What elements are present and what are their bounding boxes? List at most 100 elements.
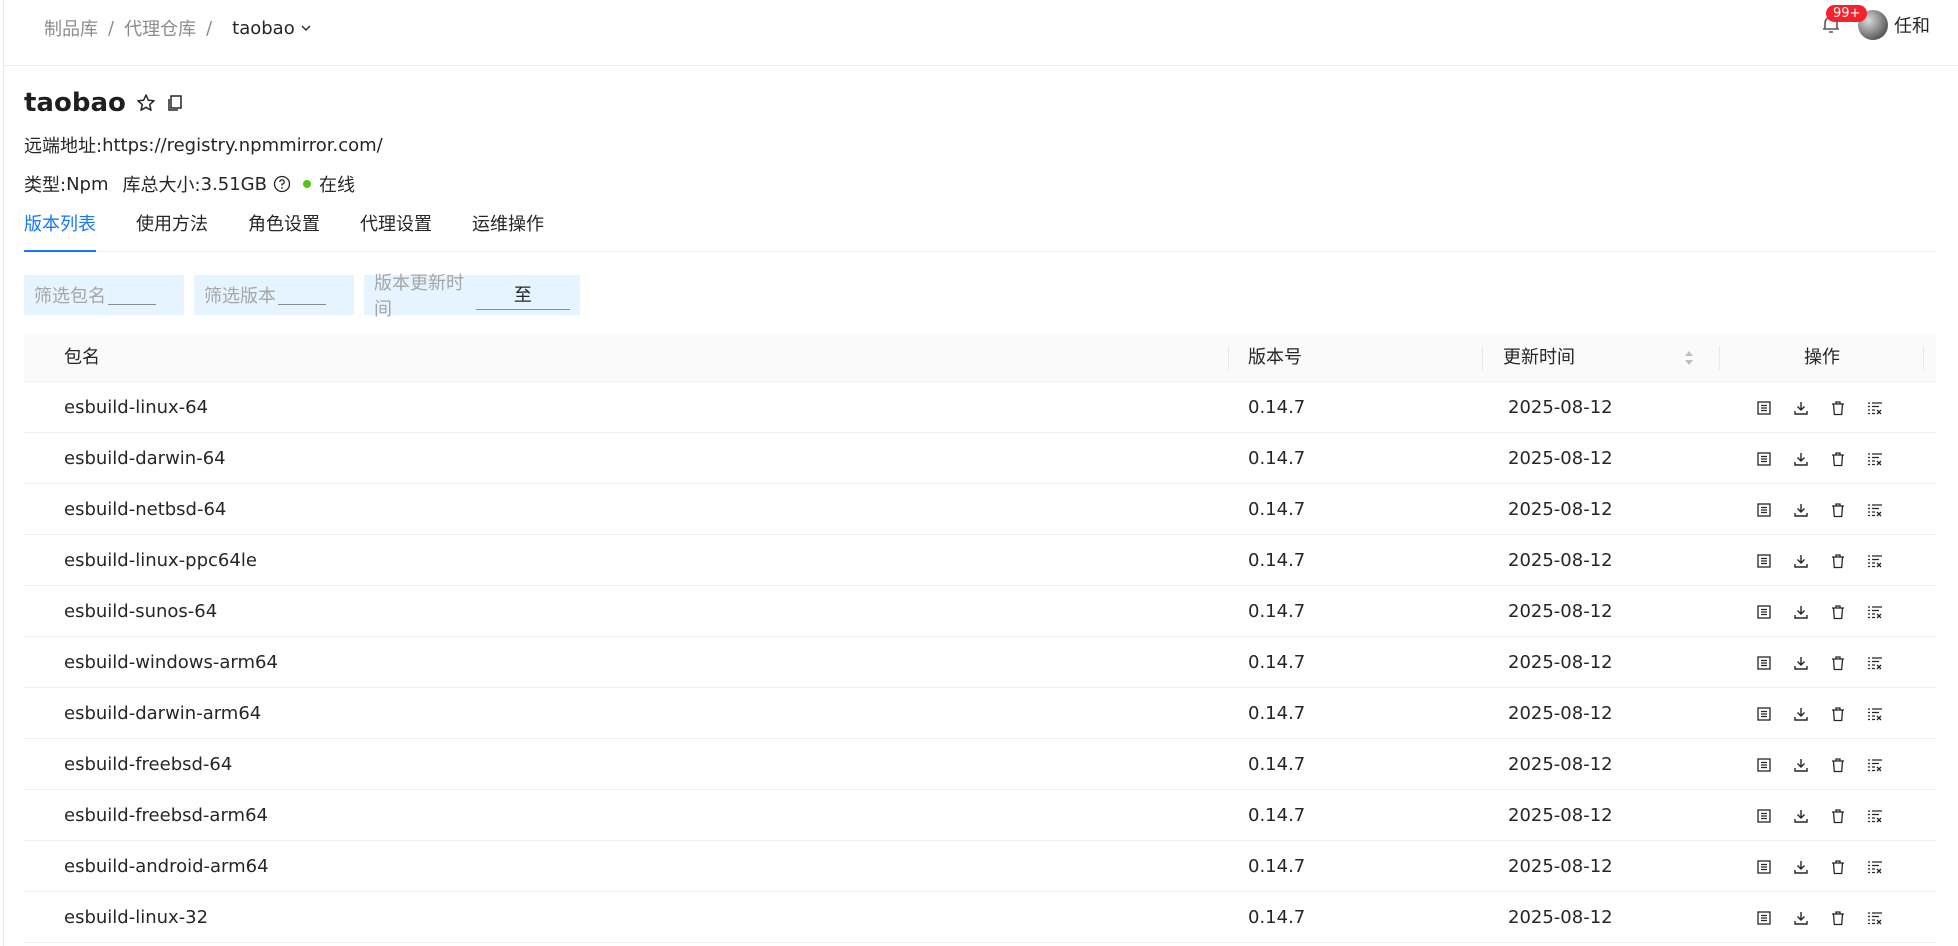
delete-button[interactable] — [1828, 908, 1848, 928]
breadcrumb-artifact-repo[interactable]: 制品库 — [44, 15, 98, 41]
delete-button[interactable] — [1828, 398, 1848, 418]
table-row[interactable]: esbuild-linux-ppc64le 0.14.7 2025-08-12 — [24, 535, 1936, 586]
package-name[interactable]: esbuild-freebsd-arm64 — [64, 790, 268, 841]
download-button[interactable] — [1791, 806, 1811, 826]
update-time-range-picker[interactable]: 版本更新时间 至 — [364, 273, 580, 320]
detail-icon — [1757, 451, 1771, 466]
table-row[interactable]: esbuild-windows-arm64 0.14.7 2025-08-12 — [24, 637, 1936, 688]
table-row[interactable]: esbuild-android-arm64 0.14.7 2025-08-12 — [24, 841, 1936, 892]
header-right: 99+ 任和 — [1818, 5, 1930, 40]
package-name[interactable]: esbuild-android-arm64 — [64, 841, 269, 892]
package-updated-time: 2025-08-12 — [1508, 397, 1613, 418]
download-icon — [1794, 758, 1808, 772]
view-detail-button[interactable] — [1754, 755, 1774, 775]
delete-button[interactable] — [1828, 500, 1848, 520]
clean-versions-button[interactable] — [1865, 806, 1885, 826]
view-detail-button[interactable] — [1754, 857, 1774, 877]
sort-updated-button[interactable] — [1684, 350, 1694, 366]
package-name[interactable]: esbuild-windows-arm64 — [64, 637, 278, 688]
table-row[interactable]: esbuild-darwin-arm64 0.14.7 2025-08-12 — [24, 688, 1936, 739]
download-button[interactable] — [1791, 704, 1811, 724]
view-detail-button[interactable] — [1754, 704, 1774, 724]
clean-versions-button[interactable] — [1865, 500, 1885, 520]
view-detail-button[interactable] — [1754, 908, 1774, 928]
notification-button[interactable]: 99+ — [1818, 5, 1868, 40]
size-help-button[interactable] — [273, 175, 291, 193]
view-detail-button[interactable] — [1754, 398, 1774, 418]
size-value: 3.51GB — [200, 173, 267, 195]
table-row[interactable]: esbuild-sunos-64 0.14.7 2025-08-12 — [24, 586, 1936, 637]
download-button[interactable] — [1791, 857, 1811, 877]
package-name[interactable]: esbuild-linux-64 — [64, 382, 208, 433]
download-button[interactable] — [1791, 908, 1811, 928]
download-button[interactable] — [1791, 602, 1811, 622]
row-actions — [1754, 637, 1902, 688]
package-name[interactable]: esbuild-sunos-64 — [64, 586, 217, 637]
delete-button[interactable] — [1828, 551, 1848, 571]
download-icon — [1794, 911, 1808, 925]
table-row[interactable]: esbuild-darwin-64 0.14.7 2025-08-12 — [24, 433, 1936, 484]
clean-versions-button[interactable] — [1865, 908, 1885, 928]
clean-versions-button[interactable] — [1865, 449, 1885, 469]
package-name[interactable]: esbuild-darwin-64 — [64, 433, 226, 484]
table-row[interactable]: esbuild-freebsd-arm64 0.14.7 2025-08-12 — [24, 790, 1936, 841]
time-filter-placeholder: 版本更新时间 — [374, 273, 464, 320]
package-name[interactable]: esbuild-linux-32 — [64, 892, 208, 943]
tab-version-list[interactable]: 版本列表 — [24, 212, 96, 252]
clean-versions-button[interactable] — [1865, 857, 1885, 877]
view-detail-button[interactable] — [1754, 500, 1774, 520]
delete-button[interactable] — [1828, 602, 1848, 622]
delete-icon — [1832, 502, 1844, 517]
clean-versions-button[interactable] — [1865, 704, 1885, 724]
delete-button[interactable] — [1828, 857, 1848, 877]
package-filter-input[interactable]: 筛选包名 — [24, 275, 184, 315]
tab-proxy-settings[interactable]: 代理设置 — [360, 212, 432, 252]
tab-role-settings[interactable]: 角色设置 — [248, 212, 320, 252]
table-header: 包名 版本号 更新时间 操作 — [24, 334, 1936, 382]
clean-list-icon — [1868, 452, 1882, 465]
delete-button[interactable] — [1828, 755, 1848, 775]
breadcrumb-current-repo-select[interactable]: taobao — [232, 18, 312, 39]
package-version: 0.14.7 — [1248, 907, 1306, 928]
download-button[interactable] — [1791, 653, 1811, 673]
delete-button[interactable] — [1828, 806, 1848, 826]
download-button[interactable] — [1791, 398, 1811, 418]
table-row[interactable]: esbuild-netbsd-64 0.14.7 2025-08-12 — [24, 484, 1936, 535]
package-updated-time: 2025-08-12 — [1508, 703, 1613, 724]
download-button[interactable] — [1791, 551, 1811, 571]
user-name[interactable]: 任和 — [1894, 12, 1930, 38]
download-button[interactable] — [1791, 500, 1811, 520]
type-label: 类型: — [24, 175, 67, 196]
tab-ops[interactable]: 运维操作 — [472, 212, 544, 252]
table-row[interactable]: esbuild-linux-64 0.14.7 2025-08-12 — [24, 382, 1936, 433]
clean-versions-button[interactable] — [1865, 653, 1885, 673]
version-filter-input[interactable]: 筛选版本 — [194, 275, 354, 315]
view-detail-button[interactable] — [1754, 806, 1774, 826]
download-button[interactable] — [1791, 755, 1811, 775]
breadcrumb-proxy-repo[interactable]: 代理仓库 — [124, 15, 196, 41]
view-detail-button[interactable] — [1754, 449, 1774, 469]
delete-button[interactable] — [1828, 653, 1848, 673]
table-row[interactable]: esbuild-linux-32 0.14.7 2025-08-12 — [24, 892, 1936, 943]
table-row[interactable]: esbuild-freebsd-64 0.14.7 2025-08-12 — [24, 739, 1936, 790]
package-name[interactable]: esbuild-freebsd-64 — [64, 739, 232, 790]
download-button[interactable] — [1791, 449, 1811, 469]
package-name[interactable]: esbuild-linux-ppc64le — [64, 535, 257, 586]
view-detail-button[interactable] — [1754, 602, 1774, 622]
header-package-name: 包名 — [64, 347, 100, 368]
view-detail-button[interactable] — [1754, 653, 1774, 673]
delete-button[interactable] — [1828, 449, 1848, 469]
package-name[interactable]: esbuild-darwin-arm64 — [64, 688, 261, 739]
clean-versions-button[interactable] — [1865, 398, 1885, 418]
tab-usage[interactable]: 使用方法 — [136, 212, 208, 252]
package-name[interactable]: esbuild-netbsd-64 — [64, 484, 226, 535]
favorite-button[interactable] — [136, 93, 156, 113]
clean-versions-button[interactable] — [1865, 551, 1885, 571]
clean-versions-button[interactable] — [1865, 602, 1885, 622]
copy-button[interactable] — [166, 94, 184, 112]
clean-versions-button[interactable] — [1865, 755, 1885, 775]
header-updated-time[interactable]: 更新时间 — [1503, 334, 1575, 382]
delete-button[interactable] — [1828, 704, 1848, 724]
package-version: 0.14.7 — [1248, 499, 1306, 520]
view-detail-button[interactable] — [1754, 551, 1774, 571]
